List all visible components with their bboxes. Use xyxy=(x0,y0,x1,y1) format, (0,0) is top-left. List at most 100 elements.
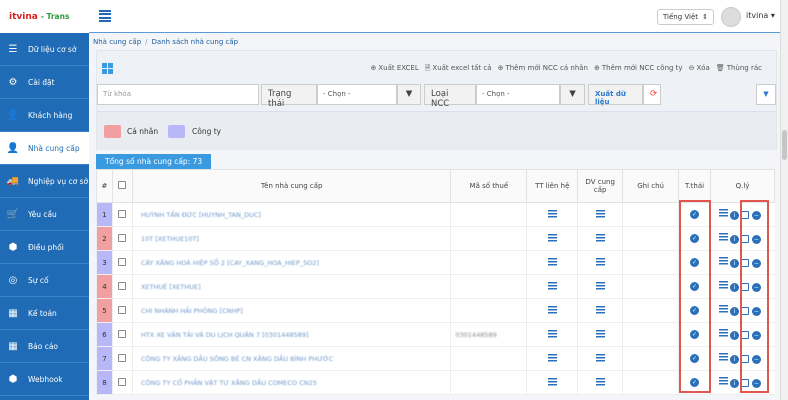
status-select[interactable]: - Chọn - xyxy=(317,84,397,105)
status-check-icon[interactable]: ✓ xyxy=(690,258,699,267)
supplier-name-link[interactable]: CÂY XĂNG HOÀ HIỆP SỐ 2 [CAY_XANG_HOA_HIE… xyxy=(132,251,450,275)
service-list-icon[interactable] xyxy=(596,234,605,242)
status-check-icon[interactable]: ✓ xyxy=(690,378,699,387)
detail-list-icon[interactable] xyxy=(719,329,728,337)
status-check-icon[interactable]: ✓ xyxy=(690,306,699,315)
edit-icon[interactable] xyxy=(741,355,749,363)
row-checkbox[interactable] xyxy=(118,378,126,386)
supplier-name-link[interactable]: HUỲNH TẤN ĐỨC [HUYNH_TAN_DUC] xyxy=(132,203,450,227)
table-row[interactable]: 7 CÔNG TY XĂNG DẦU SÔNG BÉ CN XĂNG DẦU B… xyxy=(97,347,775,371)
contact-list-icon[interactable] xyxy=(548,234,557,242)
type-select[interactable]: - Chọn - xyxy=(476,84,560,105)
add-company-button[interactable]: ⊕Thêm mới NCC công ty xyxy=(594,64,683,75)
remove-icon[interactable]: − xyxy=(752,307,761,316)
service-list-icon[interactable] xyxy=(596,210,605,218)
info-icon[interactable]: i xyxy=(730,379,739,388)
sidebar-item[interactable]: ⬢Điều phối xyxy=(0,231,89,264)
status-check-icon[interactable]: ✓ xyxy=(690,210,699,219)
scrollbar[interactable] xyxy=(780,0,788,400)
row-checkbox[interactable] xyxy=(118,306,126,314)
row-checkbox[interactable] xyxy=(118,210,126,218)
service-list-icon[interactable] xyxy=(596,330,605,338)
sidebar-item[interactable]: 🛒Yêu cầu xyxy=(0,198,89,231)
contact-list-icon[interactable] xyxy=(548,330,557,338)
export-all-button[interactable]: 🗎Xuất excel tất cả xyxy=(425,64,492,75)
breadcrumb-item[interactable]: Nhà cung cấp xyxy=(93,38,141,46)
contact-list-icon[interactable] xyxy=(548,354,557,362)
status-check-icon[interactable]: ✓ xyxy=(690,234,699,243)
remove-icon[interactable]: − xyxy=(752,379,761,388)
refresh-icon[interactable]: ⟳ xyxy=(643,84,661,105)
type-dropdown-icon[interactable]: ▼ xyxy=(560,84,585,105)
collapse-icon[interactable]: ▼ xyxy=(756,84,776,105)
export-excel-button[interactable]: ⊕Xuất EXCEL xyxy=(370,64,418,75)
edit-icon[interactable] xyxy=(741,259,749,267)
supplier-name-link[interactable]: CHI NHÁNH HẢI PHÒNG [CNHP] xyxy=(132,299,450,323)
detail-list-icon[interactable] xyxy=(719,281,728,289)
remove-icon[interactable]: − xyxy=(752,331,761,340)
service-list-icon[interactable] xyxy=(596,378,605,386)
detail-list-icon[interactable] xyxy=(719,305,728,313)
info-icon[interactable]: i xyxy=(730,355,739,364)
sidebar-item[interactable]: 👤Nhà cung cấp xyxy=(0,132,89,165)
edit-icon[interactable] xyxy=(741,307,749,315)
row-checkbox[interactable] xyxy=(118,354,126,362)
row-checkbox[interactable] xyxy=(118,330,126,338)
sidebar-item[interactable]: ▦Báo cáo xyxy=(0,330,89,363)
service-list-icon[interactable] xyxy=(596,258,605,266)
remove-icon[interactable]: − xyxy=(752,259,761,268)
avatar[interactable] xyxy=(721,7,741,27)
logo[interactable]: itvina- Trans xyxy=(0,0,89,33)
info-icon[interactable]: i xyxy=(730,235,739,244)
contact-list-icon[interactable] xyxy=(548,306,557,314)
edit-icon[interactable] xyxy=(741,331,749,339)
sidebar-item[interactable]: 👤Khách hàng xyxy=(0,99,89,132)
supplier-name-link[interactable]: CÔNG TY CỔ PHẦN VẬT TƯ XĂNG DẦU COMECO C… xyxy=(132,371,450,395)
detail-list-icon[interactable] xyxy=(719,209,728,217)
info-icon[interactable]: i xyxy=(730,283,739,292)
sidebar-item[interactable]: 🚚Nghiệp vụ cơ sở xyxy=(0,165,89,198)
table-row[interactable]: 3 CÂY XĂNG HOÀ HIỆP SỐ 2 [CAY_XANG_HOA_H… xyxy=(97,251,775,275)
table-row[interactable]: 5 CHI NHÁNH HẢI PHÒNG [CNHP] ✓ i − xyxy=(97,299,775,323)
supplier-name-link[interactable]: 10T [XETHUE10T] xyxy=(132,227,450,251)
detail-list-icon[interactable] xyxy=(719,353,728,361)
edit-icon[interactable] xyxy=(741,283,749,291)
row-checkbox[interactable] xyxy=(118,258,126,266)
contact-list-icon[interactable] xyxy=(548,282,557,290)
sidebar-item[interactable]: ▦Kế toán xyxy=(0,297,89,330)
table-row[interactable]: 6 HTX XE VẬN TẢI VÀ DU LỊCH QUẬN 7 [0301… xyxy=(97,323,775,347)
delete-button[interactable]: ⊖Xóa xyxy=(689,64,710,75)
info-icon[interactable]: i xyxy=(730,307,739,316)
user-menu[interactable]: itvina ▾ xyxy=(746,11,775,20)
select-all-checkbox[interactable] xyxy=(118,181,126,189)
remove-icon[interactable]: − xyxy=(752,211,761,220)
menu-toggle-icon[interactable] xyxy=(99,10,111,22)
supplier-name-link[interactable]: CÔNG TY XĂNG DẦU SÔNG BÉ CN XĂNG DẦU BÌN… xyxy=(132,347,450,371)
detail-list-icon[interactable] xyxy=(719,233,728,241)
table-row[interactable]: 1 HUỲNH TẤN ĐỨC [HUYNH_TAN_DUC] ✓ i − xyxy=(97,203,775,227)
supplier-name-link[interactable]: HTX XE VẬN TẢI VÀ DU LỊCH QUẬN 7 [030144… xyxy=(132,323,450,347)
edit-icon[interactable] xyxy=(741,235,749,243)
contact-list-icon[interactable] xyxy=(548,258,557,266)
sidebar-item[interactable]: ☰Dữ liệu cơ sở xyxy=(0,33,89,66)
language-select[interactable]: Tiếng Việt⇕ xyxy=(657,9,714,25)
row-checkbox[interactable] xyxy=(118,282,126,290)
sidebar-item[interactable]: ⚙Cài đặt xyxy=(0,66,89,99)
grid-icon[interactable] xyxy=(102,63,113,74)
supplier-name-link[interactable]: XETHUÊ [XETHUE] xyxy=(132,275,450,299)
add-personal-button[interactable]: ⊕Thêm mới NCC cá nhân xyxy=(498,64,588,75)
service-list-icon[interactable] xyxy=(596,282,605,290)
status-check-icon[interactable]: ✓ xyxy=(690,282,699,291)
info-icon[interactable]: i xyxy=(730,211,739,220)
status-check-icon[interactable]: ✓ xyxy=(690,330,699,339)
remove-icon[interactable]: − xyxy=(752,355,761,364)
sidebar-item[interactable]: ⬢Webhook xyxy=(0,363,89,396)
detail-list-icon[interactable] xyxy=(719,377,728,385)
trash-button[interactable]: 🗑Thùng rác xyxy=(716,64,762,75)
service-list-icon[interactable] xyxy=(596,354,605,362)
contact-list-icon[interactable] xyxy=(548,210,557,218)
remove-icon[interactable]: − xyxy=(752,235,761,244)
sidebar-item[interactable]: ◎Sự cố xyxy=(0,264,89,297)
table-row[interactable]: 2 10T [XETHUE10T] ✓ i − xyxy=(97,227,775,251)
table-row[interactable]: 8 CÔNG TY CỔ PHẦN VẬT TƯ XĂNG DẦU COMECO… xyxy=(97,371,775,395)
